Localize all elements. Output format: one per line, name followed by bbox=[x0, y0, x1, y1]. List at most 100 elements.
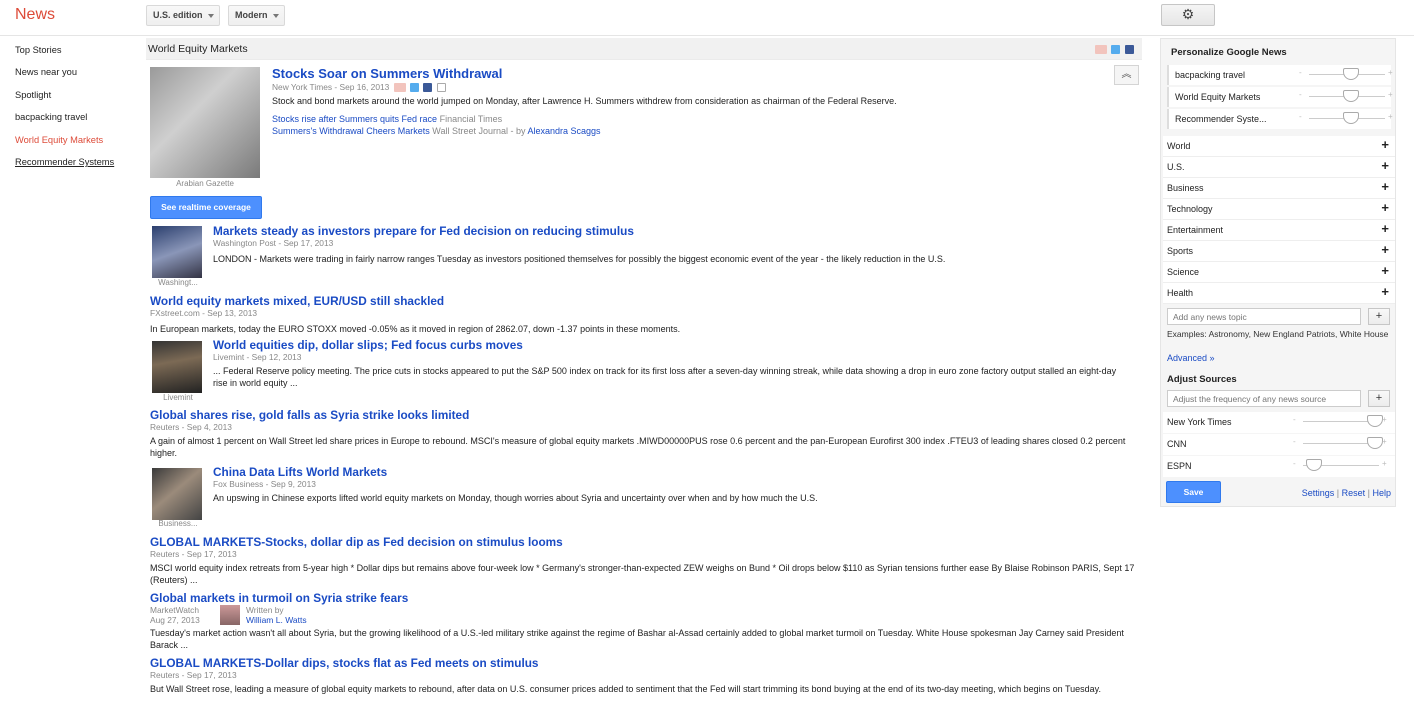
story-title[interactable]: China Data Lifts World Markets bbox=[213, 465, 1133, 479]
reset-link[interactable]: Reset bbox=[1342, 488, 1366, 498]
minus-icon: - bbox=[1293, 459, 1296, 468]
story-snippet: In European markets, today the EURO STOX… bbox=[150, 324, 681, 334]
topic-row-entertainment[interactable]: Entertainment + bbox=[1163, 220, 1395, 241]
topic-label: World bbox=[1167, 141, 1191, 151]
topic-row-world[interactable]: World + bbox=[1163, 136, 1395, 157]
mode-dropdown[interactable]: Modern bbox=[228, 5, 285, 26]
minus-icon: - bbox=[1299, 112, 1302, 121]
gear-icon: ⚙ bbox=[1181, 6, 1195, 22]
lead-story-image[interactable] bbox=[150, 67, 260, 178]
related-article-author[interactable]: Alexandra Scaggs bbox=[528, 126, 601, 136]
story-title[interactable]: Global shares rise, gold falls as Syria … bbox=[150, 408, 1142, 422]
plus-icon[interactable]: + bbox=[1381, 221, 1389, 236]
settings-link[interactable]: Settings bbox=[1302, 488, 1335, 498]
related-article: Summers's Withdrawal Cheers Markets Wall… bbox=[272, 125, 1112, 137]
plus-icon[interactable]: + bbox=[1381, 137, 1389, 152]
facebook-icon[interactable] bbox=[1125, 45, 1134, 55]
story-meta: Reuters - Sep 17, 2013 bbox=[150, 670, 237, 680]
google-plus-icon[interactable] bbox=[1094, 45, 1107, 55]
realtime-coverage-button[interactable]: See realtime coverage bbox=[150, 196, 262, 219]
advanced-link[interactable]: Advanced » bbox=[1167, 353, 1215, 363]
plus-icon[interactable]: + bbox=[1381, 284, 1389, 299]
topic-examples: Examples: Astronomy, New England Patriot… bbox=[1167, 329, 1389, 339]
story-title[interactable]: World equities dip, dollar slips; Fed fo… bbox=[213, 338, 1133, 352]
save-button[interactable]: Save bbox=[1166, 481, 1221, 503]
story-item: World equities dip, dollar slips; Fed fo… bbox=[213, 338, 1133, 389]
plus-icon: + bbox=[1382, 459, 1387, 468]
add-topic-input[interactable] bbox=[1167, 308, 1361, 325]
email-icon[interactable] bbox=[436, 83, 446, 93]
help-link[interactable]: Help bbox=[1372, 488, 1391, 498]
story-title[interactable]: World equity markets mixed, EUR/USD stil… bbox=[150, 294, 1142, 308]
nav-item-recommender-systems[interactable]: Recommender Systems bbox=[15, 156, 135, 178]
story-title[interactable]: GLOBAL MARKETS-Stocks, dollar dip as Fed… bbox=[150, 535, 1142, 549]
source-slider: CNN - + bbox=[1163, 434, 1395, 455]
story-thumbnail-caption: Washingt... bbox=[158, 278, 198, 287]
topic-row-technology[interactable]: Technology + bbox=[1163, 199, 1395, 220]
adjust-sources-title: Adjust Sources bbox=[1167, 374, 1237, 385]
link-separator: | bbox=[1336, 488, 1340, 498]
slider-knob[interactable] bbox=[1342, 68, 1359, 80]
slider-knob[interactable] bbox=[1367, 437, 1384, 449]
slider-knob[interactable] bbox=[1367, 415, 1384, 427]
nav-item-bacpacking-travel[interactable]: bacpacking travel bbox=[15, 111, 135, 133]
plus-icon[interactable]: + bbox=[1381, 200, 1389, 215]
story-snippet: A gain of almost 1 percent on Wall Stree… bbox=[150, 436, 1126, 458]
related-article-title[interactable]: Stocks rise after Summers quits Fed race bbox=[272, 114, 437, 124]
plus-icon[interactable]: + bbox=[1381, 179, 1389, 194]
twitter-icon[interactable] bbox=[1111, 45, 1121, 55]
story-title[interactable]: GLOBAL MARKETS-Dollar dips, stocks flat … bbox=[150, 656, 1142, 670]
author-avatar[interactable] bbox=[220, 605, 240, 625]
story-meta: Fox Business - Sep 9, 2013 bbox=[213, 479, 316, 489]
slider-knob[interactable] bbox=[1342, 112, 1359, 124]
mode-label: Modern bbox=[235, 10, 268, 20]
lead-image-caption: Arabian Gazette bbox=[176, 179, 234, 188]
story-snippet: MSCI world equity index retreats from 5-… bbox=[150, 563, 1135, 585]
minus-icon: - bbox=[1293, 437, 1296, 446]
story-meta: Washington Post - Sep 17, 2013 bbox=[213, 238, 334, 248]
add-topic-button[interactable]: + bbox=[1368, 308, 1390, 325]
edition-dropdown[interactable]: U.S. edition bbox=[146, 5, 220, 26]
source-label: New York Times bbox=[1167, 417, 1232, 427]
nav-item-top-stories[interactable]: Top Stories bbox=[15, 44, 135, 66]
slider-knob[interactable] bbox=[1342, 90, 1359, 102]
story-item: Global shares rise, gold falls as Syria … bbox=[150, 408, 1142, 459]
plus-icon: + bbox=[1388, 90, 1393, 99]
custom-topic-label: Recommender Syste... bbox=[1175, 114, 1267, 124]
topic-row-us[interactable]: U.S. + bbox=[1163, 157, 1395, 178]
story-title[interactable]: Markets steady as investors prepare for … bbox=[213, 224, 1133, 238]
story-meta: Reuters - Sep 17, 2013 bbox=[150, 549, 237, 559]
topic-row-health[interactable]: Health + bbox=[1163, 283, 1395, 304]
related-article-title[interactable]: Summers's Withdrawal Cheers Markets bbox=[272, 126, 430, 136]
topic-row-sports[interactable]: Sports + bbox=[1163, 241, 1395, 262]
lead-story-title[interactable]: Stocks Soar on Summers Withdrawal bbox=[272, 66, 1112, 82]
plus-icon[interactable]: + bbox=[1381, 158, 1389, 173]
slider-knob[interactable] bbox=[1306, 459, 1323, 471]
topic-row-business[interactable]: Business + bbox=[1163, 178, 1395, 199]
twitter-icon[interactable] bbox=[409, 83, 419, 93]
plus-icon[interactable]: + bbox=[1381, 242, 1389, 257]
settings-button[interactable]: ⚙ bbox=[1161, 4, 1215, 26]
story-title[interactable]: Global markets in turmoil on Syria strik… bbox=[150, 591, 1142, 605]
story-thumbnail[interactable] bbox=[152, 468, 202, 520]
nav-item-world-equity-markets[interactable]: World Equity Markets bbox=[15, 134, 135, 156]
plus-icon[interactable]: + bbox=[1381, 263, 1389, 278]
story-item: GLOBAL MARKETS-Dollar dips, stocks flat … bbox=[150, 656, 1142, 695]
collapse-button[interactable]: ︽ bbox=[1114, 65, 1139, 85]
source-input[interactable] bbox=[1167, 390, 1361, 407]
nav-item-spotlight[interactable]: Spotlight bbox=[15, 89, 135, 111]
plus-icon: + bbox=[1388, 112, 1393, 121]
facebook-icon[interactable] bbox=[423, 83, 433, 93]
nav-item-news-near-you[interactable]: News near you bbox=[15, 66, 135, 88]
add-source-button[interactable]: + bbox=[1368, 390, 1390, 407]
author-link[interactable]: William L. Watts bbox=[246, 615, 307, 625]
settings-links: Settings | Reset | Help bbox=[1302, 488, 1391, 498]
story-snippet: An upswing in Chinese exports lifted wor… bbox=[213, 493, 818, 503]
story-thumbnail[interactable] bbox=[152, 226, 202, 278]
story-thumbnail[interactable] bbox=[152, 341, 202, 393]
google-plus-icon[interactable] bbox=[393, 83, 406, 93]
news-logo[interactable]: News bbox=[15, 6, 55, 24]
topic-row-science[interactable]: Science + bbox=[1163, 262, 1395, 283]
related-article-source: Wall Street Journal - by bbox=[432, 126, 526, 136]
story-meta: Livemint - Sep 12, 2013 bbox=[213, 352, 302, 362]
